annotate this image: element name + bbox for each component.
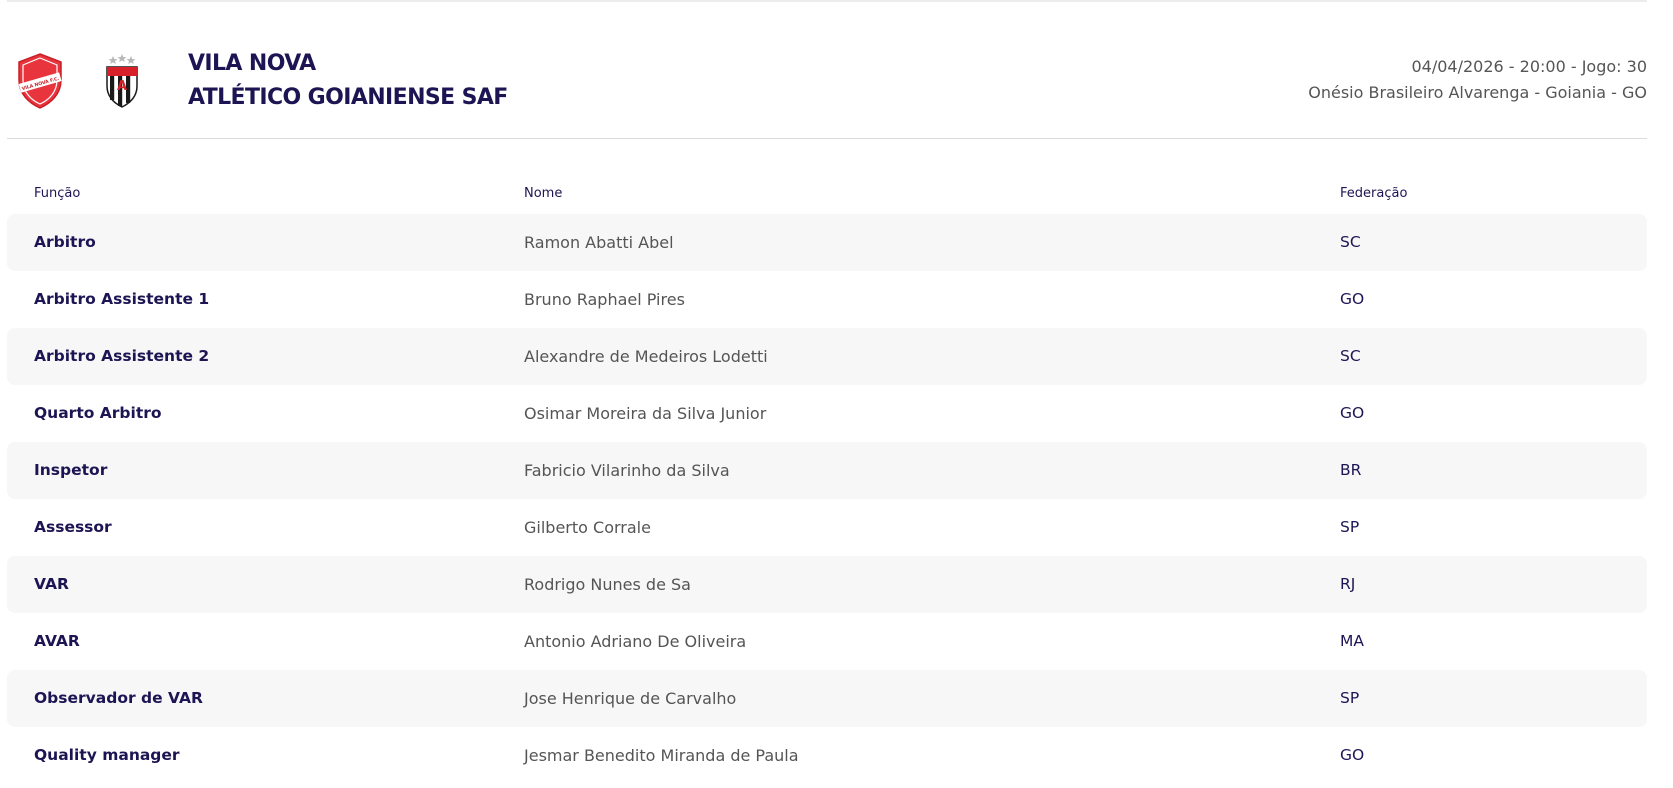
role-cell: Observador de VAR — [34, 689, 203, 707]
federation-cell: SC — [1340, 233, 1361, 251]
match-info: 04/04/2026 - 20:00 - Jogo: 30 Onésio Bra… — [1308, 54, 1647, 106]
vila-nova-crest-icon: VILA NOVA F.C. — [15, 52, 65, 114]
svg-text:A: A — [117, 79, 127, 94]
home-team-name: VILA NOVA — [188, 51, 316, 76]
name-cell: Jose Henrique de Carvalho — [524, 689, 737, 708]
table-row: VAR Rodrigo Nunes de Sa RJ — [7, 556, 1647, 613]
table-row: Arbitro Assistente 2 Alexandre de Medeir… — [7, 328, 1647, 385]
table-row: Quality manager Jesmar Benedito Miranda … — [7, 727, 1647, 784]
role-cell: VAR — [34, 575, 69, 593]
match-header: VILA NOVA F.C. A VILA NOVA ATLÉTICO GOIA… — [7, 30, 1647, 139]
atletico-goianiense-crest-icon: A — [102, 52, 142, 114]
name-cell: Jesmar Benedito Miranda de Paula — [524, 746, 799, 765]
table-row: Observador de VAR Jose Henrique de Carva… — [7, 670, 1647, 727]
federation-cell: MA — [1340, 632, 1364, 650]
role-cell: Arbitro Assistente 1 — [34, 290, 210, 308]
away-team-name: ATLÉTICO GOIANIENSE SAF — [188, 85, 508, 110]
federation-cell: BR — [1340, 461, 1362, 479]
match-venue: Onésio Brasileiro Alvarenga - Goiania - … — [1308, 83, 1647, 102]
header-role: Função — [34, 186, 81, 201]
table-row: Assessor Gilberto Corrale SP — [7, 499, 1647, 556]
table-row: Arbitro Ramon Abatti Abel SC — [7, 214, 1647, 271]
table-row: Inspetor Fabricio Vilarinho da Silva BR — [7, 442, 1647, 499]
match-datetime: 04/04/2026 - 20:00 - Jogo: 30 — [1411, 57, 1647, 76]
name-cell: Gilberto Corrale — [524, 518, 651, 537]
role-cell: Inspetor — [34, 461, 108, 479]
role-cell: AVAR — [34, 632, 80, 650]
name-cell: Antonio Adriano De Oliveira — [524, 632, 747, 651]
federation-cell: GO — [1340, 746, 1365, 764]
table-row: Arbitro Assistente 1 Bruno Raphael Pires… — [7, 271, 1647, 328]
federation-cell: RJ — [1340, 575, 1356, 593]
name-cell: Bruno Raphael Pires — [524, 290, 685, 309]
federation-cell: SC — [1340, 347, 1361, 365]
name-cell: Fabricio Vilarinho da Silva — [524, 461, 730, 480]
federation-cell: GO — [1340, 290, 1365, 308]
role-cell: Assessor — [34, 518, 112, 536]
role-cell: Arbitro Assistente 2 — [34, 347, 210, 365]
team-names: VILA NOVA ATLÉTICO GOIANIENSE SAF — [188, 47, 508, 115]
officials-table: Função Nome Federação Arbitro Ramon Abat… — [7, 182, 1647, 784]
federation-cell: SP — [1340, 689, 1360, 707]
federation-cell: GO — [1340, 404, 1365, 422]
name-cell: Ramon Abatti Abel — [524, 233, 674, 252]
name-cell: Rodrigo Nunes de Sa — [524, 575, 691, 594]
table-row: AVAR Antonio Adriano De Oliveira MA — [7, 613, 1647, 670]
role-cell: Arbitro — [34, 233, 96, 251]
name-cell: Osimar Moreira da Silva Junior — [524, 404, 767, 423]
federation-cell: SP — [1340, 518, 1360, 536]
top-divider — [7, 0, 1647, 2]
name-cell: Alexandre de Medeiros Lodetti — [524, 347, 768, 366]
header-name: Nome — [524, 186, 563, 201]
role-cell: Quality manager — [34, 746, 180, 764]
table-header: Função Nome Federação — [7, 182, 1647, 214]
table-row: Quarto Arbitro Osimar Moreira da Silva J… — [7, 385, 1647, 442]
header-federation: Federação — [1340, 186, 1408, 201]
role-cell: Quarto Arbitro — [34, 404, 162, 422]
